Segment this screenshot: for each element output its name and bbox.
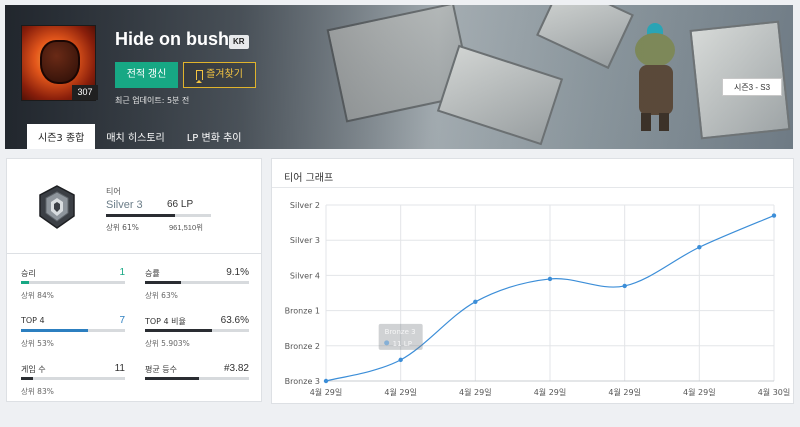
stat-value: #3.82 — [223, 363, 249, 374]
stat-bar-fill — [145, 329, 212, 332]
renew-button[interactable]: 전적 갱신 — [115, 62, 178, 88]
last-updated: 최근 업데이트: 5분 전 — [115, 96, 190, 105]
x-tick-label: 4월 29일 — [310, 387, 343, 397]
tier-graph-panel: 티어 그래프 Bronze 3 Bronze 2 Bronze 1 Silver 4 S… — [271, 158, 794, 404]
stat-label: 승리 — [21, 269, 36, 278]
data-point — [398, 357, 403, 363]
stat-value: 7 — [119, 315, 125, 326]
stat-label: TOP 4 비율 — [145, 317, 186, 326]
y-tick-label: Silver 2 — [290, 201, 320, 210]
tier-name: Silver 3 — [106, 199, 143, 211]
stat-value: 1 — [119, 267, 125, 278]
stat-bar — [21, 377, 125, 380]
season-select[interactable]: 시즌3 - S3 — [722, 78, 782, 96]
tooltip-marker — [384, 340, 390, 346]
tier-panel: 티어 Silver 3 66 LP 상위 61% 961,510위 — [6, 158, 262, 254]
stat-bar-fill — [21, 377, 34, 380]
x-tick-label: 4월 29일 — [384, 387, 417, 397]
y-tick-label: Bronze 1 — [285, 307, 320, 316]
favorite-button[interactable]: 즐겨찾기 — [183, 62, 256, 88]
tooltip-value: 11 LP — [393, 340, 412, 348]
data-point — [771, 213, 777, 218]
x-tick-label: 4월 29일 — [683, 387, 716, 397]
data-point — [323, 378, 329, 384]
stat-bar-fill — [21, 281, 30, 284]
stat-bar — [21, 281, 125, 284]
level-badge: 307 — [72, 85, 98, 100]
x-tick-label: 4월 30일 — [758, 387, 791, 397]
y-tick-label: Bronze 2 — [285, 342, 320, 351]
x-tick-label: 4월 29일 — [608, 387, 641, 397]
data-point — [547, 276, 553, 282]
stat-value: 9.1% — [226, 267, 249, 278]
silver-emblem-icon — [39, 185, 75, 229]
stat-sub: 상위 83% — [21, 387, 54, 396]
stat-bar-fill — [21, 329, 88, 332]
stat-bar — [21, 329, 125, 332]
tier-progress-bar — [106, 214, 211, 217]
data-point — [697, 245, 702, 250]
stat-label: 게임 수 — [21, 365, 46, 374]
tooltip-title: Bronze 3 — [385, 328, 416, 336]
tier-rank: 961,510위 — [169, 223, 204, 232]
tier-percentile: 상위 61% — [106, 223, 139, 232]
tier-progress-fill — [106, 214, 176, 217]
stat-bar — [145, 377, 249, 380]
y-tick-label: Silver 4 — [290, 271, 320, 280]
stat-bar-fill — [145, 377, 200, 380]
summoner-name: Hide on bush — [115, 29, 229, 49]
tier-line-chart: Bronze 3 Bronze 2 Bronze 1 Silver 4 Silver 3… — [285, 201, 791, 397]
y-tick-label: Silver 3 — [290, 236, 320, 245]
stat-sub: 상위 63% — [145, 291, 178, 300]
data-point — [622, 283, 627, 289]
data-point — [473, 299, 478, 304]
graph-title: 티어 그래프 — [284, 173, 334, 184]
stat-sub: 상위 5.903% — [145, 339, 190, 348]
tier-lp: 66 LP — [167, 199, 194, 210]
stat-label: TOP 4 — [21, 316, 45, 325]
stat-value: 11 — [114, 363, 125, 374]
tier-label: 티어 — [106, 187, 121, 196]
profile-banner: 307 Hide on bush KR 전적 갱신 즐겨찾기 최근 업데이트: … — [5, 5, 793, 149]
stat-bar — [145, 281, 249, 284]
stat-bar-fill — [145, 281, 182, 284]
claw-icon — [40, 40, 80, 84]
favorite-label: 즐겨찾기 — [206, 69, 243, 80]
tab-season-summary[interactable]: 시즌3 종합 — [27, 124, 96, 149]
profile-tabs: 시즌3 종합 매치 히스토리 LP 변화 추이 — [27, 124, 253, 149]
stat-label: 평균 등수 — [145, 365, 177, 374]
stat-label: 승률 — [145, 269, 160, 278]
tab-lp-trend[interactable]: LP 변화 추이 — [176, 124, 253, 149]
x-tick-label: 4월 29일 — [459, 387, 492, 397]
x-tick-label: 4월 29일 — [534, 387, 567, 397]
stat-value: 63.6% — [220, 315, 249, 326]
tab-match-history[interactable]: 매치 히스토리 — [95, 124, 175, 149]
bookmark-icon — [196, 70, 204, 83]
y-tick-label: Bronze 3 — [285, 377, 320, 386]
region-badge: KR — [229, 35, 249, 49]
stat-sub: 상위 84% — [21, 291, 54, 300]
stats-panel: 승리 1 상위 84% 승률 9.1% 상위 63% TOP 4 7 상위 53… — [6, 254, 262, 402]
stat-sub: 상위 53% — [21, 339, 54, 348]
stat-bar — [145, 329, 249, 332]
